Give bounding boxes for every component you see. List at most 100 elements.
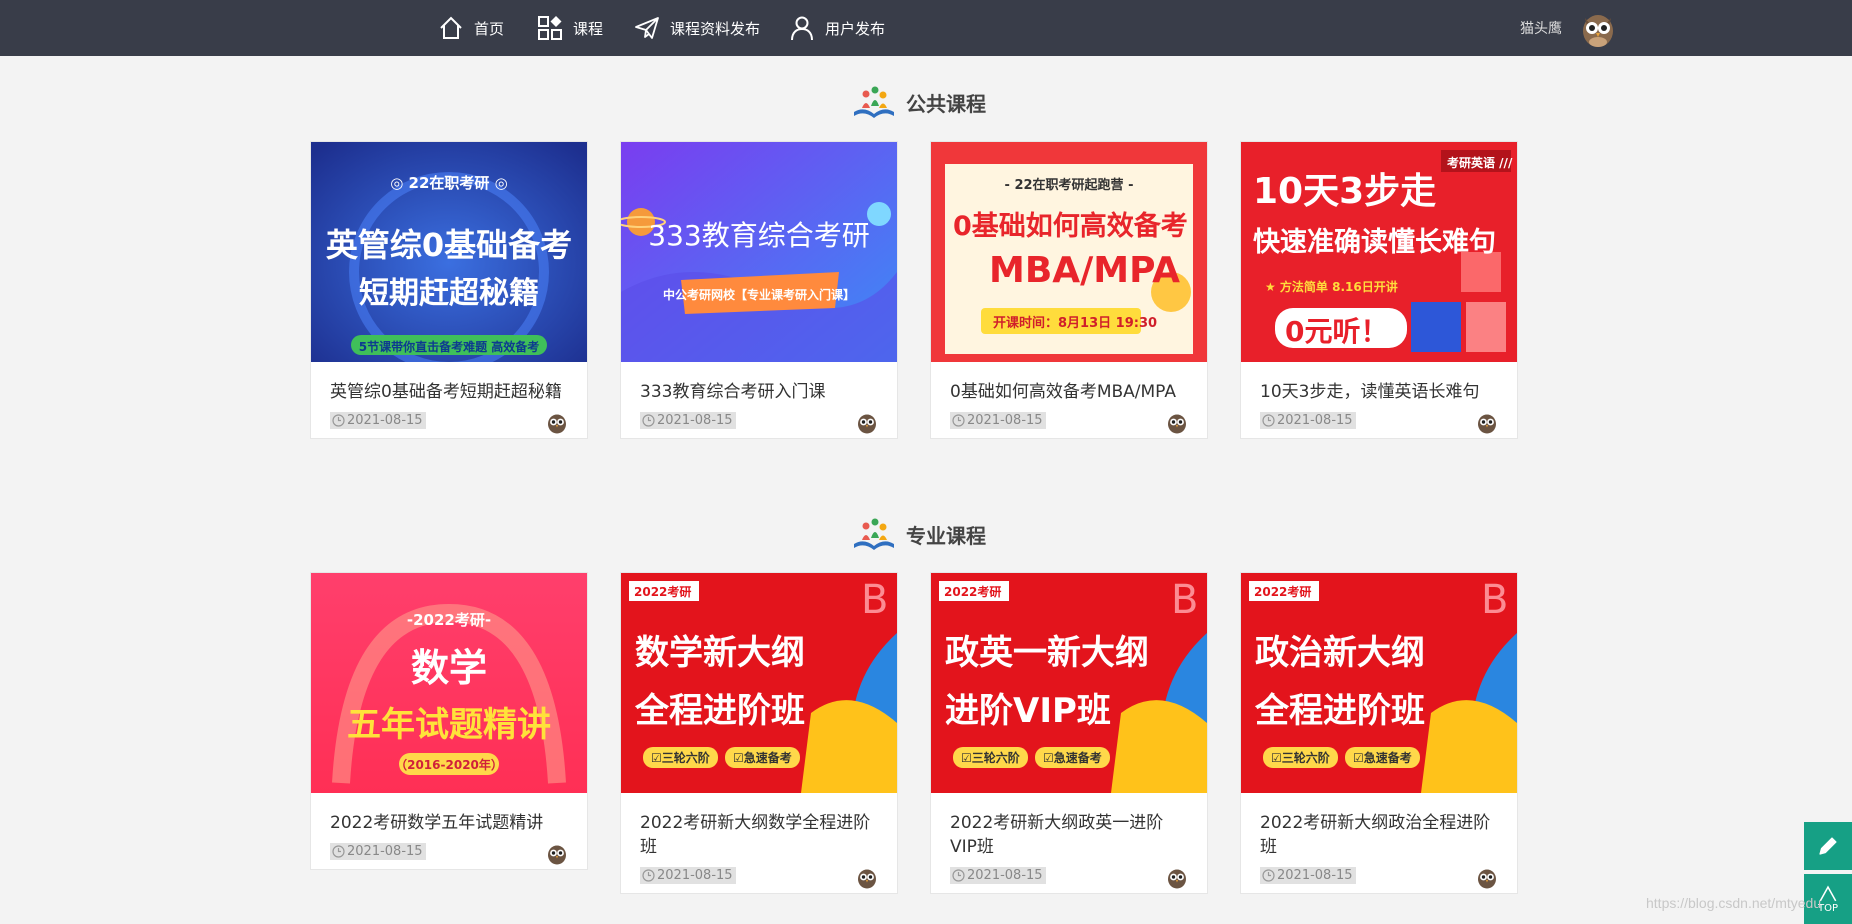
publish-date: 2021-08-15 <box>330 843 426 860</box>
owl-avatar[interactable] <box>545 841 569 865</box>
course-title[interactable]: 英管综0基础备考短期赶超秘籍 <box>330 380 569 404</box>
thumb-headline: 政英一新大纲 <box>945 633 1149 673</box>
course-card[interactable]: - 22在职考研起跑营 - 0基础如何高效备考 MBA/MPA 开课时间：8月1… <box>930 141 1208 439</box>
course-thumbnail[interactable]: -2022考研- 数学 五年试题精讲 （2016-2020年） <box>311 573 587 793</box>
course-thumbnail[interactable]: B 2022考研 政治新大纲 全程进阶班 ☑三轮六阶 ☑急速备考 <box>1241 573 1517 793</box>
paper-plane-icon <box>635 17 659 39</box>
thumb-subheadline: 快速准确读懂长难句 <box>1253 227 1496 258</box>
owl-avatar[interactable] <box>855 410 879 434</box>
course-meta: 2021-08-15 <box>950 404 1189 438</box>
thumb-chip: ☑三轮六阶 <box>1263 747 1338 768</box>
course-card[interactable]: B 2022考研 政英一新大纲 进阶VIP班 ☑三轮六阶 ☑急速备考 2022考… <box>930 572 1208 894</box>
publish-date: 2021-08-15 <box>950 867 1046 884</box>
pencil-icon <box>1819 837 1837 855</box>
nav-item-user-publish[interactable]: 用户发布 <box>789 0 885 56</box>
book-logo-icon <box>854 518 894 550</box>
thumb-headline: 0基础如何高效备考 <box>953 211 1188 242</box>
thumb-subheadline: 短期赶超秘籍 <box>359 276 539 311</box>
top-navbar: 首页 课程 课程资料发布 用户发布 猫头鹰 <box>0 0 1852 56</box>
course-thumbnail[interactable]: - 22在职考研起跑营 - 0基础如何高效备考 MBA/MPA 开课时间：8月1… <box>931 142 1207 362</box>
thumb-banner: ★ 方法简单 8.16日开讲 <box>1265 280 1398 294</box>
publish-date: 2021-08-15 <box>1260 412 1356 429</box>
course-meta: 2021-08-15 <box>640 859 879 893</box>
course-card[interactable]: 考研英语 /// 10天3步走 快速准确读懂长难句 ★ 方法简单 8.16日开讲… <box>1240 141 1518 439</box>
course-meta: 2021-08-15 <box>950 859 1189 893</box>
publish-date: 2021-08-15 <box>640 412 736 429</box>
watermark: https://blog.csdn.net/mtyedu <box>1646 895 1822 911</box>
section-title-public: 公共课程 <box>850 80 986 124</box>
thumb-subheadline: 全程进阶班 <box>635 691 805 731</box>
course-title[interactable]: 2022考研新大纲政英一进阶VIP班 <box>950 811 1189 859</box>
course-title[interactable]: 10天3步走，读懂英语长难句 <box>1260 380 1499 404</box>
course-thumbnail[interactable]: 考研英语 /// 10天3步走 快速准确读懂长难句 ★ 方法简单 8.16日开讲… <box>1241 142 1517 362</box>
section-title-text: 专业课程 <box>906 523 986 548</box>
course-thumbnail[interactable]: B 2022考研 数学新大纲 全程进阶班 ☑三轮六阶 ☑急速备考 <box>621 573 897 793</box>
thumb-headline: 10天3步走 <box>1253 171 1437 212</box>
course-meta: 2021-08-15 <box>1260 404 1499 438</box>
course-title[interactable]: 2022考研新大纲政治全程进阶班 <box>1260 811 1499 859</box>
thumb-tag: 2022考研 <box>944 585 1002 599</box>
owl-avatar[interactable] <box>1475 865 1499 889</box>
course-meta: 2021-08-15 <box>1260 859 1499 893</box>
thumb-headline: 数学新大纲 <box>635 633 805 673</box>
owl-avatar[interactable] <box>1578 8 1618 48</box>
nav-label: 课程 <box>573 19 604 38</box>
course-thumbnail[interactable]: 333教育综合考研 中公考研网校【专业课考研入门课】 <box>621 142 897 362</box>
clock-icon <box>1262 414 1275 427</box>
course-card[interactable]: 333教育综合考研 中公考研网校【专业课考研入门课】 333教育综合考研入门课 … <box>620 141 898 439</box>
svg-text:B: B <box>861 577 888 623</box>
nav-label: 首页 <box>474 19 505 38</box>
course-card[interactable]: B 2022考研 数学新大纲 全程进阶班 ☑三轮六阶 ☑急速备考 2022考研新… <box>620 572 898 894</box>
thumb-tag: 2022考研 <box>1254 585 1312 599</box>
nav-item-home[interactable]: 首页 <box>438 0 504 56</box>
owl-avatar[interactable] <box>1475 410 1499 434</box>
publish-date: 2021-08-15 <box>1260 867 1356 884</box>
course-thumbnail[interactable]: B 2022考研 政英一新大纲 进阶VIP班 ☑三轮六阶 ☑急速备考 <box>931 573 1207 793</box>
owl-avatar[interactable] <box>1165 410 1189 434</box>
clock-icon <box>642 414 655 427</box>
thumb-footer: 开课时间：8月13日 19:30 <box>993 316 1158 331</box>
course-meta: 2021-08-15 <box>330 404 569 438</box>
clock-icon <box>332 845 345 858</box>
thumb-subheadline: 全程进阶班 <box>1255 691 1425 731</box>
thumb-chip: ☑三轮六阶 <box>643 747 718 768</box>
thumb-subheadline: MBA/MPA <box>989 250 1181 291</box>
svg-text:B: B <box>1481 577 1508 623</box>
thumb-headline: 333教育综合考研 <box>648 219 870 252</box>
thumb-footer: （2016-2020年） <box>395 758 503 772</box>
thumb-chip: ☑急速备考 <box>1345 747 1420 768</box>
edit-button[interactable] <box>1804 822 1852 870</box>
thumb-banner: 中公考研网校【专业课考研入门课】 <box>662 288 855 302</box>
thumb-tag: 2022考研 <box>634 585 692 599</box>
clock-icon <box>332 414 345 427</box>
course-title[interactable]: 333教育综合考研入门课 <box>640 380 879 404</box>
owl-avatar[interactable] <box>545 410 569 434</box>
course-title[interactable]: 2022考研新大纲数学全程进阶班 <box>640 811 879 859</box>
thumb-footer: 5节课带你直击备考难题 高效备考 <box>358 340 540 354</box>
home-icon <box>440 16 462 39</box>
owl-avatar[interactable] <box>1165 865 1189 889</box>
clock-icon <box>952 869 965 882</box>
nav-item-courses[interactable]: 课程 <box>537 0 603 56</box>
thumb-headline: 数学 <box>410 646 487 690</box>
thumb-footer: 0元听！ <box>1285 315 1389 348</box>
thumb-headline: 政治新大纲 <box>1255 633 1425 673</box>
thumb-subheadline: 五年试题精讲 <box>347 705 551 745</box>
course-thumbnail[interactable]: ◎ 22在职考研 ◎ 英管综0基础备考 短期赶超秘籍 5节课带你直击备考难题 高… <box>311 142 587 362</box>
book-logo-icon <box>854 86 894 118</box>
user-name[interactable]: 猫头鹰 <box>1520 0 1562 56</box>
thumb-subheadline: 进阶VIP班 <box>945 691 1111 731</box>
course-title[interactable]: 0基础如何高效备考MBA/MPA <box>950 380 1189 404</box>
course-card[interactable]: B 2022考研 政治新大纲 全程进阶班 ☑三轮六阶 ☑急速备考 2022考研新… <box>1240 572 1518 894</box>
course-title[interactable]: 2022考研数学五年试题精讲 <box>330 811 569 835</box>
publish-date: 2021-08-15 <box>950 412 1046 429</box>
nav-label: 用户发布 <box>825 19 886 38</box>
publish-date: 2021-08-15 <box>640 867 736 884</box>
course-meta: 2021-08-15 <box>640 404 879 438</box>
nav-label: 课程资料发布 <box>670 19 761 38</box>
course-meta: 2021-08-15 <box>330 835 569 869</box>
course-card[interactable]: ◎ 22在职考研 ◎ 英管综0基础备考 短期赶超秘籍 5节课带你直击备考难题 高… <box>310 141 588 439</box>
nav-item-publish-materials[interactable]: 课程资料发布 <box>634 0 760 56</box>
owl-avatar[interactable] <box>855 865 879 889</box>
course-card[interactable]: -2022考研- 数学 五年试题精讲 （2016-2020年） 2022考研数学… <box>310 572 588 870</box>
